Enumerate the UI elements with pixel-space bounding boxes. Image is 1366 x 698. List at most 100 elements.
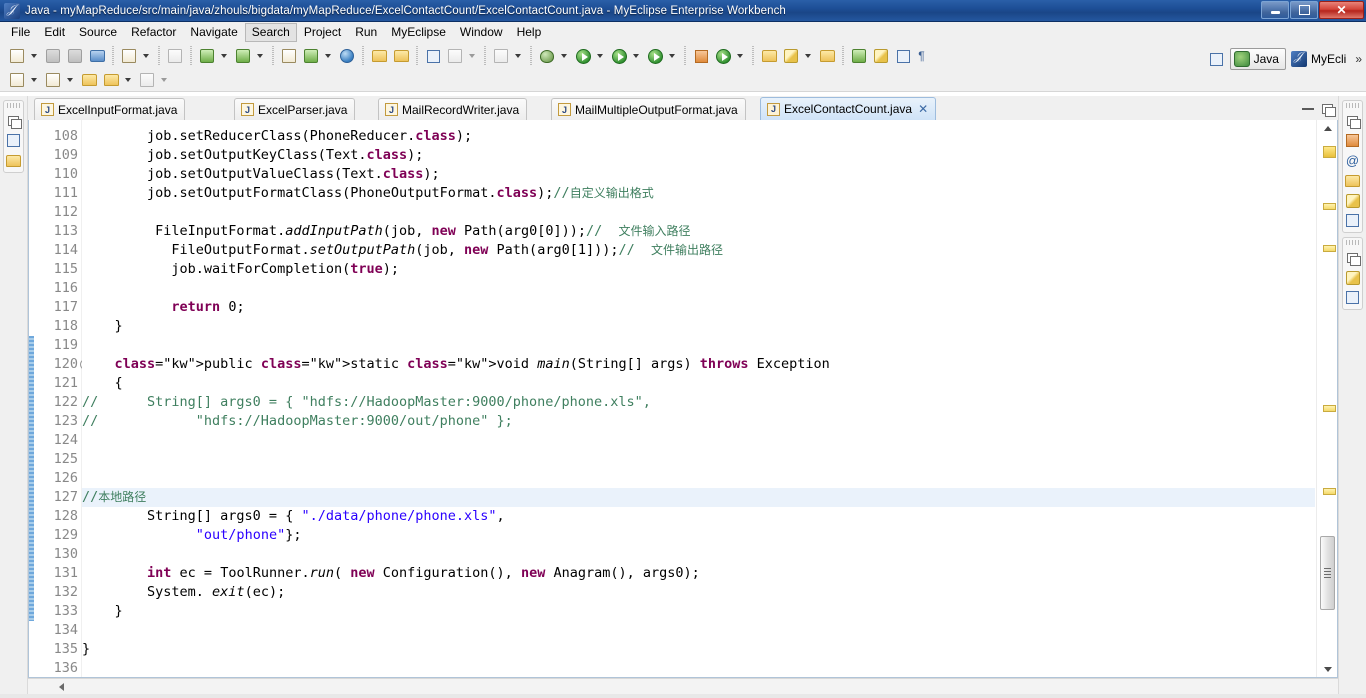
menu-window[interactable]: Window [453,23,510,42]
code-line[interactable]: FileInputFormat.addInputPath(job, new Pa… [82,222,1315,241]
new-dropdown-icon[interactable] [28,46,39,66]
code-text-area[interactable]: job.setReducerClass(PhoneReducer.class);… [82,120,1315,677]
search-dropdown-icon[interactable] [802,46,813,66]
back-dropdown-icon[interactable] [122,70,133,90]
code-line[interactable] [82,336,1315,355]
code-line[interactable] [82,450,1315,469]
horizontal-scrollbar[interactable] [28,678,1338,694]
problems-icon[interactable] [1344,132,1361,149]
run-dropdown-icon[interactable] [594,46,605,66]
database-explorer-icon[interactable] [1344,192,1361,209]
new-wizard-dropdown-icon[interactable] [140,46,151,66]
web-20-icon[interactable] [165,46,185,66]
run-icon[interactable] [573,46,593,66]
search-icon[interactable] [781,46,801,66]
menu-navigate[interactable]: Navigate [183,23,244,42]
report-icon[interactable] [423,46,443,66]
overview-ruler-marker[interactable] [1323,488,1336,496]
open-declaration-icon[interactable] [7,70,27,90]
server-dropdown-icon[interactable] [322,46,333,66]
tab-excelcontactcount[interactable]: J ExcelContactCount.java ✕ [760,97,937,120]
code-line[interactable]: String[] args0 = { "./data/phone/phone.x… [82,507,1315,526]
code-line[interactable] [82,621,1315,640]
code-line[interactable]: job.setOutputValueClass(Text.class); [82,165,1315,184]
perspective-myeclipse[interactable]: MyEcli [1288,49,1352,69]
code-line[interactable]: //本地路径 [82,488,1315,507]
code-line[interactable]: // String[] args0 = { "hdfs://HadoopMast… [82,393,1315,412]
maximize-editor-icon[interactable] [1319,100,1336,117]
tab-mailmultipleoutputformat[interactable]: J MailMultipleOutputFormat.java [551,98,746,120]
console-icon[interactable] [1344,212,1361,229]
external-tools-icon[interactable] [645,46,665,66]
debug-icon[interactable] [537,46,557,66]
scroll-left-button[interactable] [54,680,68,693]
properties-icon[interactable] [1344,289,1361,306]
overview-ruler-marker[interactable] [1323,203,1336,211]
forward-icon[interactable] [137,70,157,90]
scroll-down-button[interactable] [1319,662,1336,676]
code-line[interactable] [82,545,1315,564]
code-line[interactable] [82,469,1315,488]
tab-excelparser[interactable]: J ExcelParser.java [234,98,356,120]
print-icon[interactable] [87,46,107,66]
menu-help[interactable]: Help [510,23,549,42]
globe-icon[interactable] [337,46,357,66]
code-line[interactable]: job.setOutputFormatClass(PhoneOutputForm… [82,184,1315,203]
perspective-overflow-icon[interactable]: » [1354,52,1362,66]
menu-search[interactable]: Search [244,22,297,42]
vertical-scroll-thumb[interactable] [1320,536,1335,610]
drag-grip[interactable] [6,103,21,108]
code-line[interactable]: int ec = ToolRunner.run( new Configurati… [82,564,1315,583]
previous-edit-icon[interactable] [79,70,99,90]
show-whitespace-icon[interactable]: ¶ [915,49,928,63]
chart-icon[interactable] [445,46,465,66]
tab-close-icon[interactable]: ✕ [918,102,928,116]
code-line[interactable]: job.setOutputKeyClass(Text.class); [82,146,1315,165]
restore-icon[interactable] [1344,112,1361,129]
vertical-scrollbar[interactable] [1316,120,1337,677]
menu-run[interactable]: Run [348,23,384,42]
code-line[interactable]: } [82,640,1315,659]
menu-project[interactable]: Project [297,23,348,42]
code-line[interactable]: class="kw">public class="kw">static clas… [82,355,1315,374]
overview-ruler-marker[interactable] [1323,244,1336,252]
open-call-hierarchy-icon[interactable] [43,70,63,90]
code-line[interactable]: return 0; [82,298,1315,317]
code-line[interactable]: { [82,374,1315,393]
snapshot-dropdown-icon[interactable] [512,46,523,66]
save-all-icon[interactable] [65,46,85,66]
tab-mailrecordwriter[interactable]: J MailRecordWriter.java [378,98,528,120]
restore-icon[interactable] [5,112,22,129]
minimize-editor-icon[interactable] [1302,107,1314,110]
undeploy-icon[interactable] [233,46,253,66]
restore-button[interactable] [1290,1,1318,19]
debug-dropdown-icon[interactable] [558,46,569,66]
declaration-icon[interactable] [1344,172,1361,189]
code-editor[interactable]: 108 109 110 111 112 113 114 115 116 117 118 119 120 1… [28,120,1338,678]
code-line[interactable]: "out/phone"}; [82,526,1315,545]
forward-dropdown-icon[interactable] [158,70,169,90]
import-icon[interactable] [369,46,389,66]
run-history-dropdown-icon[interactable] [630,46,641,66]
open-type-icon[interactable] [759,46,779,66]
open-perspective-icon[interactable] [1207,49,1227,69]
package-explorer-icon[interactable] [5,152,22,169]
tasks-icon[interactable] [1344,269,1361,286]
code-line[interactable]: } [82,317,1315,336]
new-icon[interactable] [7,46,27,66]
outline-icon[interactable] [5,132,22,149]
minimize-button[interactable] [1261,1,1289,19]
highlight-icon[interactable] [871,46,891,66]
snapshot-icon[interactable] [491,46,511,66]
menu-edit[interactable]: Edit [37,23,72,42]
menu-source[interactable]: Source [72,23,124,42]
run-history-icon[interactable] [609,46,629,66]
new-wizard-icon[interactable] [119,46,139,66]
scroll-up-button[interactable] [1319,121,1336,135]
code-line[interactable]: job.setReducerClass(PhoneReducer.class); [82,127,1315,146]
tab-excelinputformat[interactable]: J ExcelInputFormat.java [34,98,186,120]
new-package-dropdown-icon[interactable] [734,46,745,66]
block-select-icon[interactable] [893,46,913,66]
export-icon[interactable] [391,46,411,66]
code-line[interactable]: } [82,602,1315,621]
